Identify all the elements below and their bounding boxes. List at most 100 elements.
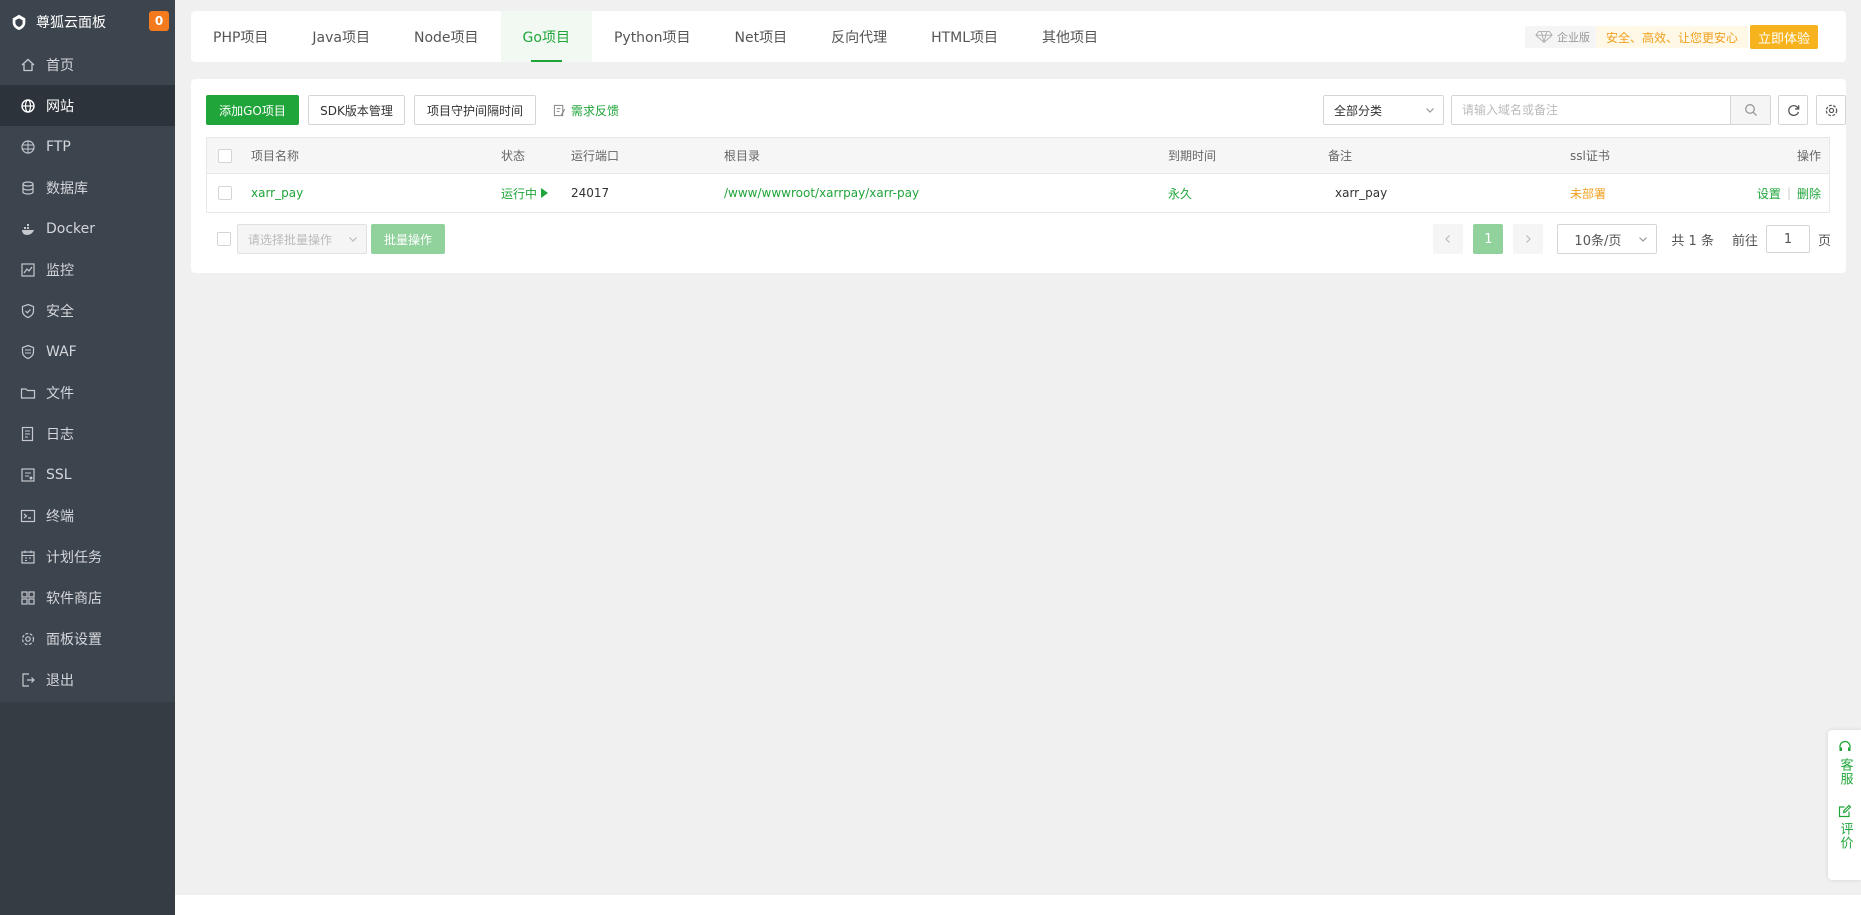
- status-text: 运行中: [501, 186, 538, 201]
- page-size-select[interactable]: 10条/页: [1557, 224, 1658, 254]
- diamond-icon: [1535, 31, 1553, 44]
- next-page-button[interactable]: [1513, 224, 1544, 254]
- settings-icon: [20, 631, 36, 647]
- calendar-icon: [20, 549, 36, 565]
- tab-html[interactable]: HTML项目: [909, 11, 1020, 62]
- customer-service-button[interactable]: 客服: [1828, 730, 1861, 786]
- feedback-link[interactable]: 需求反馈: [553, 95, 619, 125]
- try-now-button[interactable]: 立即体验: [1749, 25, 1818, 49]
- refresh-icon: [1787, 104, 1799, 116]
- sidebar-item-waf[interactable]: WAF: [0, 331, 175, 372]
- terminal-icon: [20, 508, 36, 524]
- add-go-project-button[interactable]: 添加GO项目: [206, 95, 299, 125]
- search-button[interactable]: [1730, 96, 1770, 124]
- root-dir-link[interactable]: /www/wwwroot/xarrpay/xarr-pay: [724, 174, 919, 212]
- chevron-down-icon: [1426, 108, 1434, 113]
- notification-badge[interactable]: 0: [149, 11, 169, 31]
- tab-reverse-proxy[interactable]: 反向代理: [809, 11, 909, 62]
- sidebar-item-files[interactable]: 文件: [0, 372, 175, 413]
- tab-php[interactable]: PHP项目: [191, 11, 290, 62]
- sidebar-item-home[interactable]: 首页: [0, 44, 175, 85]
- select-all-checkbox[interactable]: [218, 148, 232, 163]
- sidebar-item-label: 日志: [46, 426, 74, 443]
- edit-icon: [1838, 804, 1851, 818]
- column-header-expire[interactable]: 到期时间: [1168, 138, 1216, 173]
- column-header-name[interactable]: 项目名称: [251, 138, 299, 173]
- sidebar-item-settings[interactable]: 面板设置: [0, 618, 175, 659]
- tab-go[interactable]: Go项目: [500, 11, 592, 62]
- settings-link[interactable]: 设置: [1757, 185, 1781, 202]
- total-count: 共 1 条: [1671, 233, 1714, 249]
- ssl-status[interactable]: 未部署: [1570, 174, 1606, 212]
- sdk-version-button[interactable]: SDK版本管理: [308, 95, 405, 125]
- monitor-icon: [20, 262, 36, 278]
- category-select[interactable]: 全部分类: [1323, 95, 1444, 125]
- sidebar-item-logs[interactable]: 日志: [0, 413, 175, 454]
- tab-net[interactable]: Net项目: [713, 11, 810, 62]
- sidebar-footer-area: [0, 702, 175, 915]
- sidebar-item-docker[interactable]: Docker: [0, 208, 175, 249]
- table-header: 项目名称 状态 运行端口 根目录 到期时间 备注 ssl证书 操作: [207, 138, 1829, 174]
- sidebar-item-label: 计划任务: [46, 549, 102, 566]
- sidebar-item-website[interactable]: 网站: [0, 85, 175, 126]
- row-checkbox[interactable]: [218, 186, 232, 200]
- refresh-button[interactable]: [1778, 95, 1808, 125]
- folder-icon: [20, 385, 36, 401]
- delete-link[interactable]: 删除: [1797, 185, 1821, 202]
- search-input[interactable]: [1452, 96, 1730, 124]
- sidebar-item-database[interactable]: 数据库: [0, 167, 175, 208]
- main-content: PHP项目 Java项目 Node项目 Go项目 Python项目 Net项目 …: [175, 0, 1861, 915]
- review-button[interactable]: 评价: [1828, 786, 1861, 850]
- floating-help-bar: 客服 评价: [1828, 730, 1861, 880]
- column-header-status: 状态: [501, 149, 526, 163]
- tab-other[interactable]: 其他项目: [1020, 11, 1120, 62]
- guard-interval-button[interactable]: 项目守护间隔时间: [414, 95, 536, 125]
- sidebar-item-logout[interactable]: 退出: [0, 659, 175, 700]
- column-header-root: 根目录: [724, 149, 761, 163]
- row-actions: 设置 | 删除: [1757, 174, 1821, 212]
- sidebar-item-label: WAF: [46, 343, 77, 360]
- batch-action-button[interactable]: 批量操作: [371, 224, 445, 254]
- sidebar-item-ssl[interactable]: SSL: [0, 454, 175, 495]
- sidebar-item-label: 数据库: [46, 180, 88, 197]
- enterprise-edition-tag: 企业版: [1524, 26, 1596, 48]
- gear-icon: [1825, 104, 1837, 116]
- tab-java[interactable]: Java项目: [290, 11, 392, 62]
- sidebar-item-monitor[interactable]: 监控: [0, 249, 175, 290]
- toolbar: 添加GO项目 SDK版本管理 项目守护间隔时间 需求反馈 全部分类: [206, 95, 1846, 125]
- batch-action-select[interactable]: 请选择批量操作: [237, 224, 367, 254]
- expire-value[interactable]: 永久: [1168, 174, 1192, 212]
- grid-icon: [20, 590, 36, 606]
- status-toggle[interactable]: 运行中: [501, 174, 549, 212]
- column-header-remark: 备注: [1328, 149, 1353, 163]
- ssl-icon: [20, 467, 36, 483]
- row-checkbox-cell: [218, 174, 232, 212]
- sidebar-item-cron[interactable]: 计划任务: [0, 536, 175, 577]
- project-name-link[interactable]: xarr_pay: [251, 174, 303, 212]
- sidebar-item-label: 软件商店: [46, 590, 102, 607]
- home-icon: [20, 57, 36, 73]
- sidebar-item-terminal[interactable]: 终端: [0, 495, 175, 536]
- sidebar-item-store[interactable]: 软件商店: [0, 577, 175, 618]
- footer-select-all-checkbox[interactable]: [217, 232, 231, 246]
- shield-check-icon: [20, 303, 36, 319]
- project-panel: 添加GO项目 SDK版本管理 项目守护间隔时间 需求反馈 全部分类 请输入域名或…: [191, 79, 1846, 273]
- prev-page-button[interactable]: [1433, 224, 1464, 254]
- tab-python[interactable]: Python项目: [592, 11, 713, 62]
- table-footer: 请选择批量操作 批量操作 1 10条/页 共 1 条 前往 1 页: [206, 224, 1831, 254]
- chevron-right-icon: [1526, 235, 1532, 243]
- table-settings-button[interactable]: [1816, 95, 1846, 125]
- headset-icon: [1838, 740, 1851, 751]
- sidebar-item-label: 文件: [46, 385, 74, 402]
- tab-node[interactable]: Node项目: [392, 11, 501, 62]
- logo-icon: [12, 14, 26, 31]
- sidebar-item-security[interactable]: 安全: [0, 290, 175, 331]
- sidebar-item-label: 退出: [46, 672, 74, 689]
- chevron-down-icon: [1639, 237, 1648, 242]
- sidebar-item-ftp[interactable]: FTP: [0, 126, 175, 167]
- goto-page-input[interactable]: 1: [1765, 225, 1810, 253]
- brand-name: 尊狐云面板: [36, 15, 106, 31]
- remark-value[interactable]: xarr_pay: [1335, 174, 1387, 212]
- page-number-current[interactable]: 1: [1473, 224, 1504, 254]
- play-icon: [541, 188, 549, 198]
